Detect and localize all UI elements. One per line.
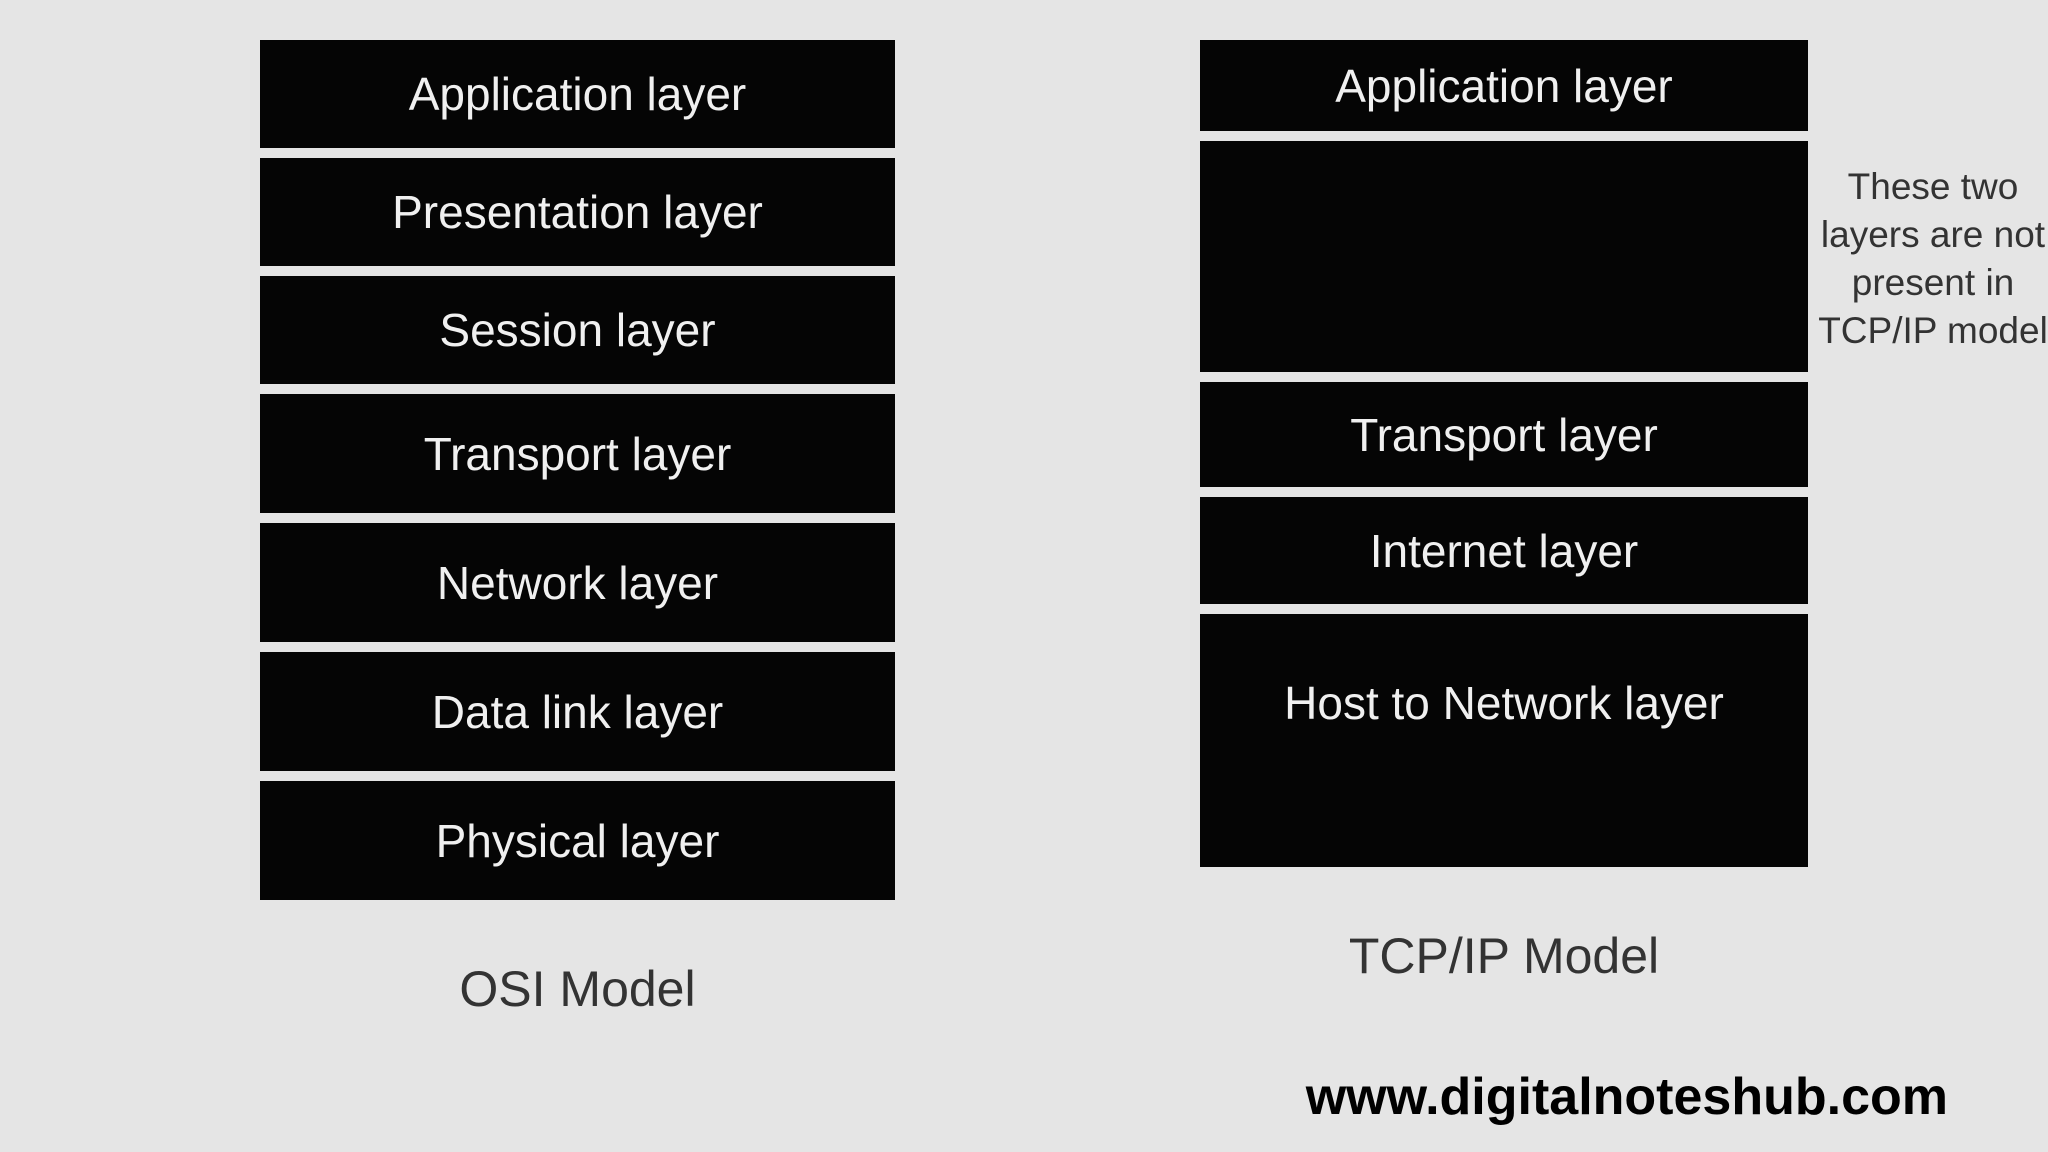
osi-layer-session: Session layer bbox=[260, 276, 895, 384]
osi-layer-network: Network layer bbox=[260, 523, 895, 642]
tcpip-layer-host: Host to Network layer bbox=[1200, 614, 1808, 867]
osi-layer-datalink: Data link layer bbox=[260, 652, 895, 771]
osi-layer-transport: Transport layer bbox=[260, 394, 895, 513]
footer-url: www.digitalnoteshub.com bbox=[1306, 1067, 1948, 1127]
tcpip-layer-empty bbox=[1200, 141, 1808, 372]
tcpip-layer-application: Application layer bbox=[1200, 40, 1808, 131]
tcpip-model-title: TCP/IP Model bbox=[1200, 927, 1808, 985]
osi-model-title: OSI Model bbox=[260, 960, 895, 1018]
tcpip-layer-internet: Internet layer bbox=[1200, 497, 1808, 604]
diagram-container: Application layer Presentation layer Ses… bbox=[260, 40, 2020, 1018]
tcpip-column: Application layer Transport layer Intern… bbox=[1200, 40, 1808, 1018]
osi-column: Application layer Presentation layer Ses… bbox=[260, 40, 895, 1018]
osi-layer-application: Application layer bbox=[260, 40, 895, 148]
columns-wrapper: Application layer Presentation layer Ses… bbox=[260, 40, 2020, 1018]
osi-layer-physical: Physical layer bbox=[260, 781, 895, 900]
tcpip-layer-transport: Transport layer bbox=[1200, 382, 1808, 487]
osi-layer-presentation: Presentation layer bbox=[260, 158, 895, 266]
side-note: These two layers are not present in TCP/… bbox=[1818, 163, 2048, 355]
